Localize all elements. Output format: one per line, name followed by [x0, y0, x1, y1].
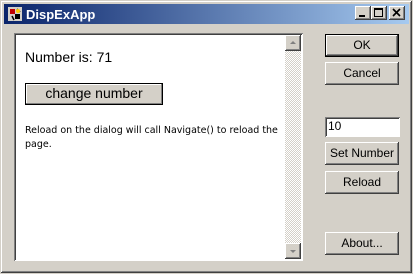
- description-text: Reload on the dialog will call Navigate(…: [25, 125, 278, 150]
- browser-control[interactable]: Number is: 71 change number Reload on th…: [14, 33, 303, 261]
- down-arrow-icon: [290, 250, 296, 253]
- minimize-icon: [359, 15, 365, 17]
- number-display: Number is: 71: [25, 49, 113, 65]
- reload-button[interactable]: Reload: [325, 171, 399, 194]
- vertical-scrollbar[interactable]: [285, 35, 301, 259]
- change-number-button[interactable]: change number: [25, 83, 163, 105]
- title-bar[interactable]: DispExApp: [4, 4, 409, 24]
- about-button[interactable]: About...: [325, 232, 399, 255]
- window-title: DispExApp: [26, 7, 96, 22]
- scroll-up-button[interactable]: [285, 35, 301, 51]
- app-icon: [8, 7, 22, 21]
- up-arrow-icon: [290, 41, 296, 44]
- close-button[interactable]: [389, 6, 405, 20]
- maximize-button[interactable]: [371, 6, 387, 20]
- close-icon: [392, 8, 401, 17]
- set-number-button[interactable]: Set Number: [325, 142, 399, 165]
- app-window: DispExApp Number is: 71 change number Re…: [0, 0, 413, 274]
- maximize-icon: [374, 8, 383, 17]
- scroll-down-button[interactable]: [285, 243, 301, 259]
- cancel-button[interactable]: Cancel: [325, 62, 399, 85]
- minimize-button[interactable]: [355, 6, 371, 20]
- ok-button[interactable]: OK: [325, 34, 399, 57]
- number-input[interactable]: 10: [325, 117, 400, 137]
